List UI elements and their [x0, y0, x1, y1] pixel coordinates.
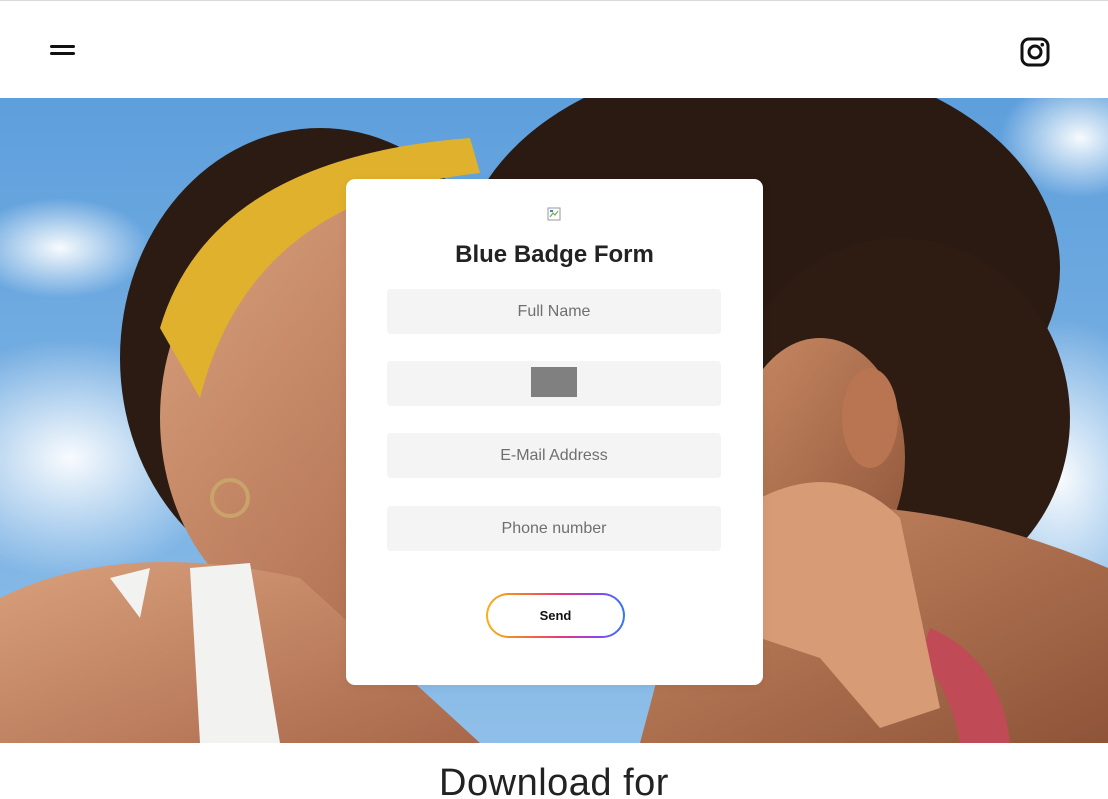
hamburger-menu-icon[interactable]	[50, 45, 75, 57]
menu-bar-top	[50, 45, 75, 48]
phone-input[interactable]	[387, 506, 721, 551]
download-heading: Download for	[439, 762, 669, 799]
full-name-input[interactable]	[387, 289, 721, 334]
instagram-icon[interactable]	[1020, 37, 1050, 67]
form-title: Blue Badge Form	[455, 241, 654, 268]
captcha-image	[531, 367, 577, 397]
menu-bar-bottom	[50, 52, 75, 55]
send-button[interactable]: Send	[488, 595, 623, 636]
blue-badge-form-card: Blue Badge Form Send	[346, 179, 763, 685]
captcha-field[interactable]	[387, 361, 721, 406]
header	[0, 1, 1108, 98]
page: Blue Badge Form Send Download for	[0, 0, 1108, 799]
email-input[interactable]	[387, 433, 721, 478]
send-button-border[interactable]: Send	[486, 593, 625, 638]
broken-image-icon	[547, 207, 561, 221]
